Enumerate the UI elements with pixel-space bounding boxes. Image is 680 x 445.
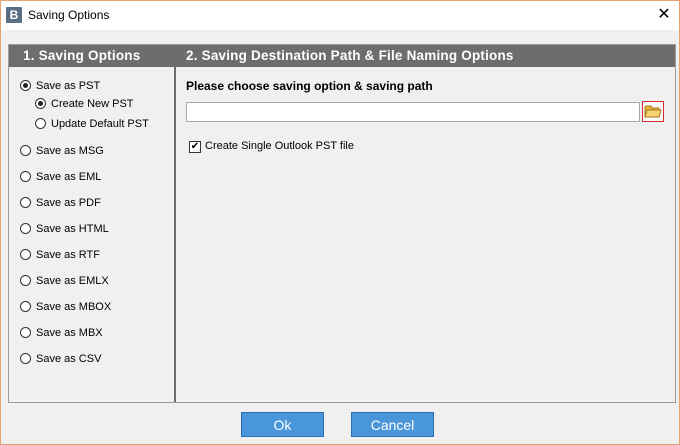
radio-icon[interactable] [20,197,31,208]
radio-icon[interactable] [20,275,31,286]
option-label: Save as HTML [36,223,109,235]
radio-icon[interactable] [20,249,31,260]
option-label: Save as MBOX [36,301,112,313]
panel-divider [174,67,176,402]
option-label: Save as EML [36,171,102,183]
destination-header: 2. Saving Destination Path & File Naming… [175,45,675,67]
radio-icon[interactable] [20,80,31,91]
radio-icon[interactable] [20,353,31,364]
app-logo-icon: B [6,7,22,23]
single-pst-label: Create Single Outlook PST file [205,140,354,152]
saving-path-input[interactable] [186,102,640,122]
saving-options-dialog: B Saving Options ✕ 1. Saving Options 2. … [0,0,680,445]
single-pst-checkbox[interactable]: ✔ [189,141,201,153]
folder-open-icon [644,105,662,118]
option-label: Save as MBX [36,327,103,339]
close-button[interactable]: ✕ [649,1,679,30]
browse-folder-button[interactable] [642,101,664,122]
saving-options-header: 1. Saving Options [9,45,175,67]
title-bar: B Saving Options ✕ [1,1,679,30]
option-label: Save as RTF [36,249,100,261]
radio-icon[interactable] [20,171,31,182]
option-label: Update Default PST [51,118,149,130]
options-panel: 1. Saving Options 2. Saving Destination … [8,44,676,403]
option-label: Save as PDF [36,197,101,209]
option-label: Create New PST [51,98,134,110]
radio-icon[interactable] [35,118,46,129]
radio-icon[interactable] [35,98,46,109]
section-title: Please choose saving option & saving pat… [186,79,433,93]
radio-icon[interactable] [20,301,31,312]
option-label: Save as MSG [36,145,104,157]
option-label: Save as CSV [36,353,102,365]
radio-icon[interactable] [20,145,31,156]
option-label: Save as EMLX [36,275,109,287]
radio-icon[interactable] [20,223,31,234]
window-title: Saving Options [28,8,110,22]
cancel-button[interactable]: Cancel [351,412,434,437]
radio-icon[interactable] [20,327,31,338]
ok-button[interactable]: Ok [241,412,324,437]
option-label: Save as PST [36,80,101,92]
